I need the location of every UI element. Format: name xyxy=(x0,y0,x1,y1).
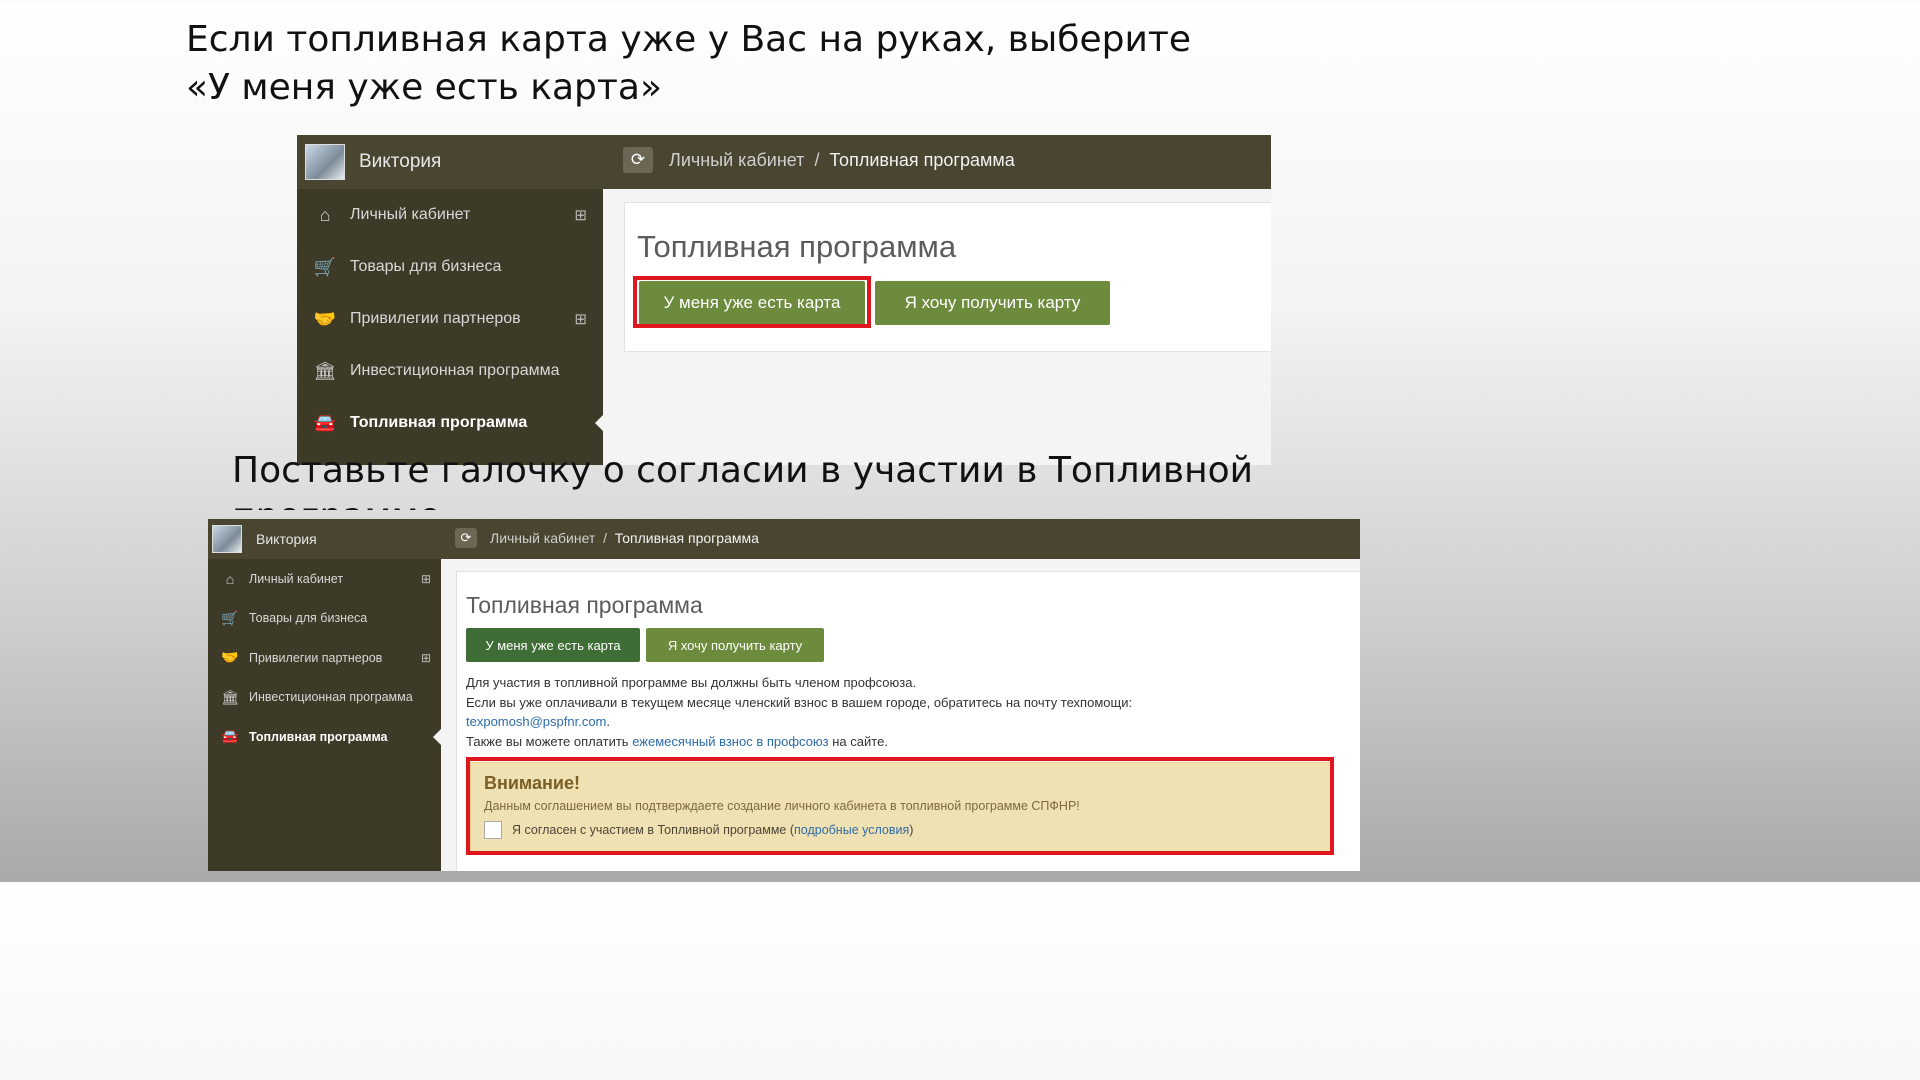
sidebar-item-label: Привилегии партнеров xyxy=(249,650,383,665)
avatar[interactable] xyxy=(212,525,242,553)
sidebar-item-partner-privileges[interactable]: 🤝 Привилегии партнеров ⊞ xyxy=(297,293,603,345)
breadcrumb-separator: / xyxy=(814,150,820,170)
info-payment-post: на сайте. xyxy=(828,733,888,749)
have-card-button[interactable]: У меня уже есть карта xyxy=(466,628,640,662)
bank-icon: 🏛 xyxy=(221,688,239,705)
sidebar-item-label: Привилегии партнеров xyxy=(350,310,521,327)
sidebar-item-label: Товары для бизнеса xyxy=(350,258,502,275)
user-block[interactable]: Виктория xyxy=(297,135,603,189)
car-icon: 🚘 xyxy=(221,728,239,745)
slide-heading-1-line-1: Если топливная карта уже у Вас на руках,… xyxy=(186,19,1191,60)
handshake-icon: 🤝 xyxy=(313,308,337,329)
user-name: Виктория xyxy=(359,151,442,172)
user-name: Виктория xyxy=(256,531,317,547)
expand-icon[interactable]: ⊞ xyxy=(421,572,431,586)
sidebar-item-investment-program[interactable]: 🏛 Инвестиционная программа xyxy=(297,345,603,397)
sidebar-item-fuel-program[interactable]: 🚘 Топливная программа xyxy=(297,397,603,449)
bank-icon: 🏛 xyxy=(313,360,337,381)
sidebar-item-investment-program[interactable]: 🏛 Инвестиционная программа xyxy=(208,678,441,718)
user-block[interactable]: Виктория xyxy=(208,519,441,559)
breadcrumb-home[interactable]: Личный кабинет xyxy=(490,530,595,546)
info-payment-pre: Также вы можете оплатить xyxy=(466,733,633,749)
top-bar: Виктория ⟳ Личный кабинет / Топливная пр… xyxy=(297,135,1271,189)
sidebar-item-label: Топливная программа xyxy=(249,729,388,744)
handshake-icon: 🤝 xyxy=(221,649,239,666)
sidebar-item-label: Личный кабинет xyxy=(350,206,471,223)
breadcrumb-home[interactable]: Личный кабинет xyxy=(669,150,804,170)
info-line-email: texpomosh@pspfnr.com. xyxy=(466,712,1346,732)
cart-icon: 🛒 xyxy=(313,256,337,277)
highlight-frame xyxy=(466,757,1334,855)
breadcrumb: Личный кабинет / Топливная программа xyxy=(490,530,759,546)
home-icon: ⌂ xyxy=(319,204,331,225)
info-email-tail: . xyxy=(606,714,610,729)
sidebar-item-label: Инвестиционная программа xyxy=(350,362,560,379)
sidebar-item-business-goods[interactable]: 🛒 Товары для бизнеса xyxy=(208,599,441,639)
page-title: Топливная программа xyxy=(466,592,703,618)
breadcrumb: Личный кабинет / Топливная программа xyxy=(669,150,1015,171)
sidebar-item-business-goods[interactable]: 🛒 Товары для бизнеса xyxy=(297,241,603,293)
sidebar-item-personal-cabinet[interactable]: ⌂ Личный кабинет ⊞ xyxy=(297,189,603,241)
get-card-button[interactable]: Я хочу получить карту xyxy=(875,281,1110,325)
home-icon: ⌂ xyxy=(225,570,235,587)
screenshot-fuel-program-step-1: Виктория ⟳ Личный кабинет / Топливная пр… xyxy=(297,135,1271,465)
slide-heading-2: Поставьте галочку о согласии в участии в… xyxy=(232,448,1332,510)
breadcrumb-current: Топливная программа xyxy=(829,150,1015,170)
expand-icon[interactable]: ⊞ xyxy=(574,310,587,328)
expand-icon[interactable]: ⊞ xyxy=(421,651,431,665)
info-line-payment: Также вы можете оплатить ежемесячный взн… xyxy=(466,732,1346,752)
slide-heading-2-line-2: программе xyxy=(232,494,1332,510)
highlight-frame xyxy=(633,276,871,328)
slide-heading-1-line-2: «У меня уже есть карта» xyxy=(186,67,662,108)
info-text: Для участия в топливной программе вы дол… xyxy=(466,673,1346,751)
sidebar-item-partner-privileges[interactable]: 🤝 Привилегии партнеров ⊞ xyxy=(208,638,441,678)
page-title: Топливная программа xyxy=(637,229,957,264)
sidebar-item-label: Личный кабинет xyxy=(249,571,344,586)
info-line-membership: Для участия в топливной программе вы дол… xyxy=(466,675,917,690)
get-card-button[interactable]: Я хочу получить карту xyxy=(646,628,824,662)
support-email-link[interactable]: texpomosh@pspfnr.com xyxy=(466,714,606,729)
refresh-icon[interactable]: ⟳ xyxy=(455,528,477,548)
slide-heading-1: Если топливная карта уже у Вас на руках,… xyxy=(186,16,1286,112)
sidebar-item-personal-cabinet[interactable]: ⌂ Личный кабинет ⊞ xyxy=(208,559,441,599)
car-icon: 🚘 xyxy=(313,412,337,433)
sidebar: ⌂ Личный кабинет ⊞ 🛒 Товары для бизнеса … xyxy=(208,559,441,871)
screenshot-fuel-program-step-2: Виктория ⟳ Личный кабинет / Топливная пр… xyxy=(208,519,1360,871)
cart-icon: 🛒 xyxy=(221,609,239,626)
sidebar: ⌂ Личный кабинет ⊞ 🛒 Товары для бизнеса … xyxy=(297,189,603,465)
monthly-fee-link[interactable]: ежемесячный взнос в профсоюз xyxy=(632,734,828,749)
slide-heading-2-line-1: Поставьте галочку о согласии в участии в… xyxy=(232,450,1254,491)
refresh-icon[interactable]: ⟳ xyxy=(623,147,653,173)
sidebar-item-fuel-program[interactable]: 🚘 Топливная программа xyxy=(208,717,441,757)
expand-icon[interactable]: ⊞ xyxy=(574,206,587,224)
avatar[interactable] xyxy=(305,144,345,180)
breadcrumb-separator: / xyxy=(603,530,607,546)
top-bar: Виктория ⟳ Личный кабинет / Топливная пр… xyxy=(208,519,1360,559)
breadcrumb-current: Топливная программа xyxy=(614,530,759,546)
sidebar-item-label: Топливная программа xyxy=(350,414,528,431)
info-line-support: Если вы уже оплачивали в текущем месяце … xyxy=(466,694,1133,710)
sidebar-item-label: Товары для бизнеса xyxy=(249,611,368,626)
sidebar-item-label: Инвестиционная программа xyxy=(249,690,413,705)
